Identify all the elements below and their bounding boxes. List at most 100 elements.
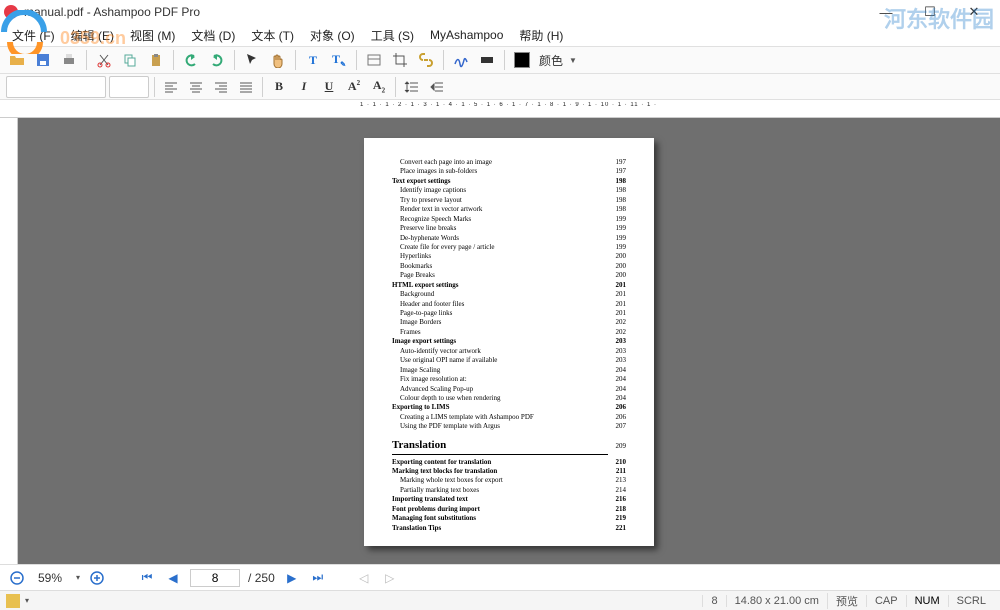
status-icon bbox=[6, 594, 20, 608]
toc-row: Partially marking text boxes214 bbox=[392, 486, 626, 495]
window-title: manual.pdf - Ashampoo PDF Pro bbox=[24, 5, 864, 19]
toc-row: Page Breaks200 bbox=[392, 271, 626, 280]
cut-button[interactable] bbox=[93, 49, 115, 71]
separator bbox=[295, 50, 296, 70]
status-dimensions: 14.80 x 21.00 cm bbox=[726, 595, 827, 607]
text-edit-tool[interactable]: T✎ bbox=[328, 49, 350, 71]
history-back-button[interactable]: ◁ bbox=[355, 569, 373, 587]
separator bbox=[86, 50, 87, 70]
subscript-button[interactable]: A2 bbox=[368, 76, 390, 98]
toc-row: Using the PDF template with Argus207 bbox=[392, 422, 626, 431]
align-right-button[interactable] bbox=[210, 76, 232, 98]
toc-section-page: 209 bbox=[616, 442, 627, 451]
status-scrl: SCRL bbox=[948, 595, 994, 607]
minimize-button[interactable]: — bbox=[864, 0, 908, 24]
signature-tool[interactable] bbox=[450, 49, 472, 71]
zoom-value: 59% bbox=[34, 571, 66, 585]
toc-row: Background201 bbox=[392, 290, 626, 299]
font-size-select[interactable] bbox=[109, 76, 149, 98]
indent-button[interactable] bbox=[426, 76, 448, 98]
format-toolbar: B I U A2 A2 bbox=[0, 74, 1000, 100]
menu-bar: 文件 (F) 编辑 (E) 视图 (M) 文档 (D) 文本 (T) 对象 (O… bbox=[0, 24, 1000, 46]
toc-row: Identify image captions198 bbox=[392, 186, 626, 195]
color-picker[interactable] bbox=[511, 49, 533, 71]
separator bbox=[262, 77, 263, 97]
next-page-button[interactable]: ▶ bbox=[283, 569, 301, 587]
menu-edit[interactable]: 编辑 (E) bbox=[65, 25, 120, 46]
hand-tool[interactable] bbox=[267, 49, 289, 71]
menu-file[interactable]: 文件 (F) bbox=[6, 25, 61, 46]
separator bbox=[234, 50, 235, 70]
menu-object[interactable]: 对象 (O) bbox=[304, 25, 361, 46]
color-swatch bbox=[514, 52, 530, 68]
italic-button[interactable]: I bbox=[293, 76, 315, 98]
print-button[interactable] bbox=[58, 49, 80, 71]
toc-row: Create file for every page / article199 bbox=[392, 243, 626, 252]
menu-myashampoo[interactable]: MyAshampoo bbox=[424, 26, 509, 44]
title-bar: manual.pdf - Ashampoo PDF Pro — ☐ ✕ bbox=[0, 0, 1000, 24]
toc-row: Colour depth to use when rendering204 bbox=[392, 394, 626, 403]
pdf-page: Convert each page into an image197Place … bbox=[364, 138, 654, 546]
toc-row: Fix image resolution at:204 bbox=[392, 375, 626, 384]
align-left-button[interactable] bbox=[160, 76, 182, 98]
vertical-ruler bbox=[0, 118, 18, 564]
toc-row: Font problems during import218 bbox=[392, 505, 626, 514]
toc-row: Convert each page into an image197 bbox=[392, 158, 626, 167]
crop-tool[interactable] bbox=[389, 49, 411, 71]
history-forward-button[interactable]: ▷ bbox=[381, 569, 399, 587]
toc-row: Text export settings198 bbox=[392, 177, 626, 186]
last-page-button[interactable]: ⏭ bbox=[309, 569, 327, 587]
line-spacing-button[interactable] bbox=[401, 76, 423, 98]
menu-text[interactable]: 文本 (T) bbox=[245, 25, 300, 46]
menu-tools[interactable]: 工具 (S) bbox=[365, 25, 420, 46]
font-family-select[interactable] bbox=[6, 76, 106, 98]
separator bbox=[443, 50, 444, 70]
toc-row: Exporting to LIMS206 bbox=[392, 403, 626, 412]
toc-row: Try to preserve layout198 bbox=[392, 196, 626, 205]
align-justify-button[interactable] bbox=[235, 76, 257, 98]
toc-row: Image Scaling204 bbox=[392, 366, 626, 375]
redact-tool[interactable] bbox=[476, 49, 498, 71]
redo-button[interactable] bbox=[206, 49, 228, 71]
text-tool[interactable]: T bbox=[302, 49, 324, 71]
link-tool[interactable] bbox=[415, 49, 437, 71]
undo-button[interactable] bbox=[180, 49, 202, 71]
maximize-button[interactable]: ☐ bbox=[908, 0, 952, 24]
copy-button[interactable] bbox=[119, 49, 141, 71]
separator bbox=[504, 50, 505, 70]
toc-row: Managing font substitutions219 bbox=[392, 514, 626, 523]
open-button[interactable] bbox=[6, 49, 28, 71]
save-button[interactable] bbox=[32, 49, 54, 71]
page-total: / 250 bbox=[248, 571, 275, 585]
toc-row: Bookmarks200 bbox=[392, 262, 626, 271]
underline-button[interactable]: U bbox=[318, 76, 340, 98]
zoom-in-button[interactable] bbox=[88, 569, 106, 587]
chevron-down-icon[interactable]: ▼ bbox=[569, 56, 577, 65]
toc-row: HTML export settings201 bbox=[392, 281, 626, 290]
menu-document[interactable]: 文档 (D) bbox=[185, 25, 241, 46]
close-button[interactable]: ✕ bbox=[952, 0, 996, 24]
separator bbox=[154, 77, 155, 97]
first-page-button[interactable]: ⏮ bbox=[138, 569, 156, 587]
canvas-area[interactable]: Convert each page into an image197Place … bbox=[18, 118, 1000, 564]
paste-button[interactable] bbox=[145, 49, 167, 71]
prev-page-button[interactable]: ◀ bbox=[164, 569, 182, 587]
toc-row: Image Borders202 bbox=[392, 318, 626, 327]
status-num: NUM bbox=[906, 595, 948, 607]
zoom-out-button[interactable] bbox=[8, 569, 26, 587]
main-toolbar: T T✎ 颜色 ▼ bbox=[0, 46, 1000, 74]
toc-row: Place images in sub-folders197 bbox=[392, 167, 626, 176]
menu-view[interactable]: 视图 (M) bbox=[124, 25, 181, 46]
superscript-button[interactable]: A2 bbox=[343, 76, 365, 98]
status-dropdown[interactable]: ▾ bbox=[25, 596, 29, 605]
form-tool[interactable] bbox=[363, 49, 385, 71]
toc-row: Render text in vector artwork198 bbox=[392, 205, 626, 214]
page-number-input[interactable] bbox=[190, 569, 240, 587]
pointer-tool[interactable] bbox=[241, 49, 263, 71]
toc-section-title: Translation bbox=[392, 438, 608, 455]
zoom-dropdown[interactable]: ▾ bbox=[76, 573, 80, 582]
align-center-button[interactable] bbox=[185, 76, 207, 98]
bold-button[interactable]: B bbox=[268, 76, 290, 98]
toc-row: Hyperlinks200 bbox=[392, 252, 626, 261]
menu-help[interactable]: 帮助 (H) bbox=[513, 25, 569, 46]
